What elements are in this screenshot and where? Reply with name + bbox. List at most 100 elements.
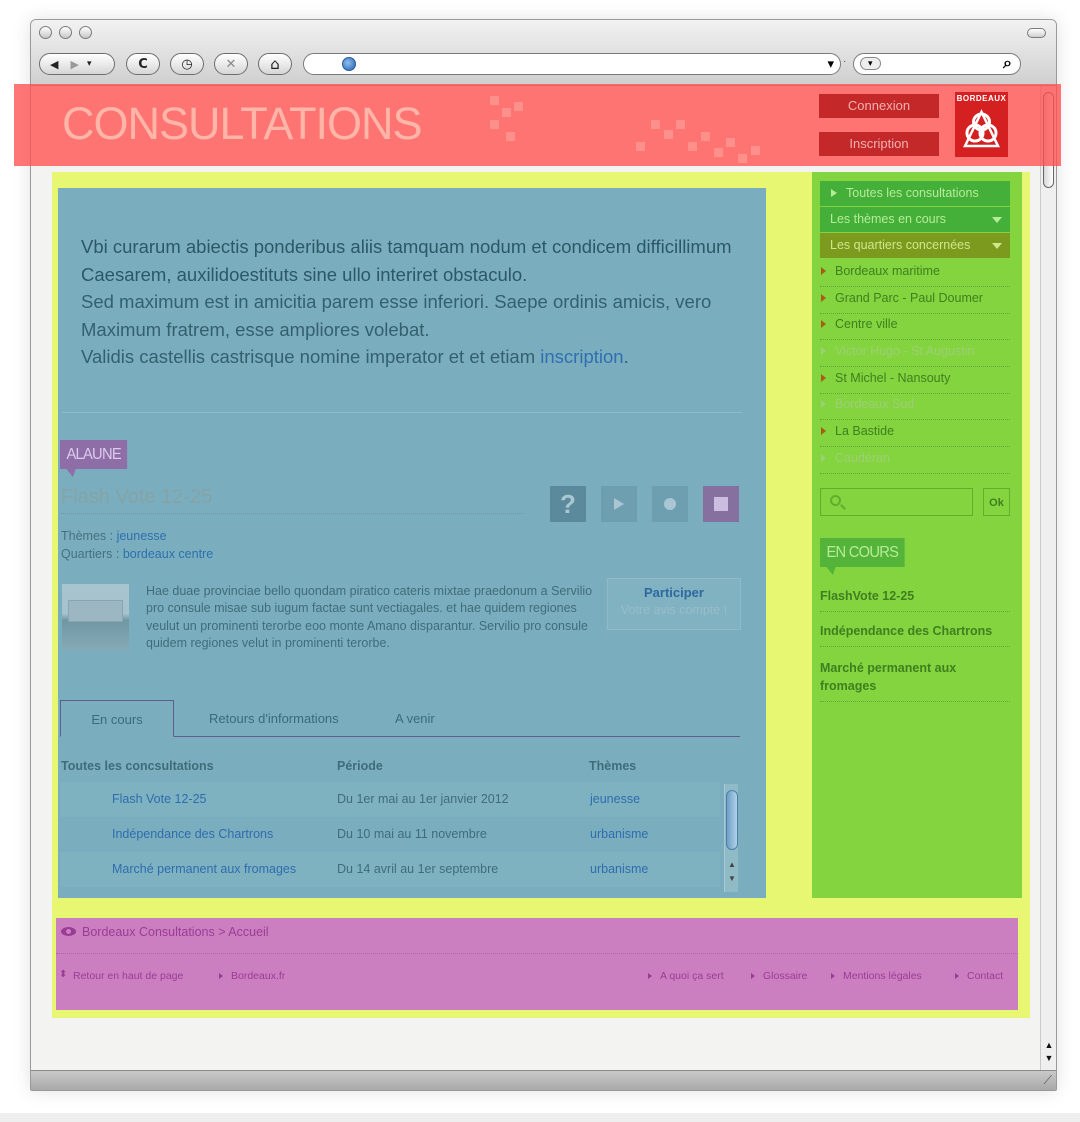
forward-icon[interactable]: ▶ xyxy=(70,58,78,71)
district-item[interactable]: Bordeaux Sud xyxy=(820,393,1010,420)
back-to-top-link[interactable]: Retour en haut de page xyxy=(59,969,183,982)
row-theme-link[interactable]: jeunesse xyxy=(590,792,640,806)
search-icon[interactable]: ⌕ xyxy=(1003,55,1012,73)
address-bar[interactable]: ▾ xyxy=(303,53,841,75)
en-cours-item[interactable]: Marché permanent aux fromages xyxy=(820,659,1010,702)
featured-thumbnail[interactable] xyxy=(62,584,129,650)
header-pattern xyxy=(476,90,766,164)
intro-inscription-link[interactable]: inscription xyxy=(540,346,623,367)
toolbar-toggle-button[interactable] xyxy=(1027,28,1046,38)
legal-link[interactable]: Mentions légales xyxy=(831,970,922,982)
district-item[interactable]: Caudéran xyxy=(820,447,1010,474)
district-item[interactable]: Bordeaux maritime xyxy=(820,260,1010,287)
themes-link[interactable]: jeunesse xyxy=(117,529,167,543)
home-icon: ⌂ xyxy=(270,55,280,73)
clock-icon: ◷ xyxy=(181,56,193,72)
page-bottom-band xyxy=(0,1113,1080,1122)
sidebar-search-input[interactable] xyxy=(820,488,973,516)
home-button[interactable]: ⌂ xyxy=(258,53,292,75)
featured-themes: Thèmes : jeunesse xyxy=(61,529,167,543)
status-bar: ⟋ xyxy=(31,1070,1056,1090)
en-cours-tag: EN COURS xyxy=(820,538,905,575)
search-field[interactable]: ▾ ⌕ xyxy=(853,53,1021,75)
site-header: CONSULTATIONS Connexion Inscription BORD… xyxy=(14,84,1061,166)
record-button[interactable] xyxy=(652,486,688,522)
districts-link[interactable]: bordeaux centre xyxy=(123,547,213,561)
main-column: Vbi curarum abiectis ponderibus aliis ta… xyxy=(58,188,766,898)
tab-retours[interactable]: Retours d'informations xyxy=(209,700,339,737)
themes-dropdown-label: Les thèmes en cours xyxy=(830,212,947,226)
close-window-button[interactable] xyxy=(39,26,52,39)
table-scrollbar-thumb[interactable] xyxy=(726,790,738,850)
separator-dot: · xyxy=(843,56,847,67)
en-cours-item[interactable]: FlashVote 12-25 xyxy=(820,587,1010,612)
scroll-up-arrow-icon[interactable]: ▲ xyxy=(1041,1040,1056,1050)
column-header-name: Toutes les concsultations xyxy=(61,759,214,773)
column-header-period: Période xyxy=(337,759,383,773)
table-row[interactable]: Marché permanent aux fromages Du 14 avri… xyxy=(60,852,720,887)
row-period: Du 1er mai au 1er janvier 2012 xyxy=(337,792,509,806)
districts-label: Quartiers : xyxy=(61,547,123,561)
participate-button[interactable]: Participer Votre avis compte ! xyxy=(607,578,741,630)
breadcrumb[interactable]: Bordeaux Consultations > Accueil xyxy=(82,925,269,939)
about-link[interactable]: A quoi ça sert xyxy=(648,970,724,982)
help-icon: ? xyxy=(560,488,576,519)
en-cours-item[interactable]: Indépendance des Chartrons xyxy=(820,622,1010,647)
minimize-window-button[interactable] xyxy=(59,26,72,39)
zoom-window-button[interactable] xyxy=(79,26,92,39)
logo-symbol-icon xyxy=(963,109,1000,148)
play-button[interactable] xyxy=(601,486,637,522)
district-item[interactable]: Victor Hugo - St Augustin xyxy=(820,340,1010,367)
history-dropdown-icon[interactable]: ▾ xyxy=(87,59,92,69)
row-theme-link[interactable]: urbanisme xyxy=(590,862,648,876)
row-name-link[interactable]: Marché permanent aux fromages xyxy=(112,862,296,876)
login-button[interactable]: Connexion xyxy=(819,94,939,118)
district-item[interactable]: Centre ville xyxy=(820,313,1010,340)
bordeaux-fr-link[interactable]: Bordeaux.fr xyxy=(219,970,285,982)
back-forward-group: ◀ ▶ ▾ xyxy=(39,53,115,75)
reload-button[interactable]: C xyxy=(126,53,160,75)
featured-districts: Quartiers : bordeaux centre xyxy=(61,547,213,561)
intro-body: Sed maximum est in amicitia parem esse i… xyxy=(81,291,712,340)
scroll-down-arrow-icon[interactable]: ▼ xyxy=(1041,1053,1056,1063)
tab-en-cours[interactable]: En cours xyxy=(60,700,174,737)
sidebar: Toutes les consultations Les thèmes en c… xyxy=(812,172,1022,898)
stop-button[interactable]: ✕ xyxy=(214,53,248,75)
table-scroll-up-icon[interactable]: ▲ xyxy=(725,860,739,869)
table-scrollbar[interactable]: ▲ ▼ xyxy=(724,784,738,892)
search-engine-icon[interactable]: ▾ xyxy=(860,57,881,70)
reload-icon: C xyxy=(138,56,148,72)
browser-toolbar: ◀ ▶ ▾ C ◷ ✕ ⌂ ▾ · ▾ ⌕ xyxy=(31,20,1056,86)
district-item[interactable]: La Bastide xyxy=(820,420,1010,447)
row-name-link[interactable]: Flash Vote 12-25 xyxy=(112,792,207,806)
contact-link[interactable]: Contact xyxy=(955,970,1003,982)
district-item[interactable]: St Michel - Nansouty xyxy=(820,367,1010,394)
resize-grip-icon[interactable]: ⟋ xyxy=(1044,1073,1052,1088)
search-ok-button[interactable]: Ok xyxy=(983,488,1010,516)
table-row[interactable]: Indépendance des Chartrons Du 10 mai au … xyxy=(60,817,720,852)
page-scrollbar[interactable]: ▲ ▼ xyxy=(1040,86,1056,1071)
featured-title[interactable]: Flash Vote 12-25 xyxy=(61,486,212,509)
featured-teaser: Hae duae provinciae bello quondam pirati… xyxy=(146,584,593,650)
tab-a-venir[interactable]: A venir xyxy=(395,700,435,737)
districts-dropdown[interactable]: Les quartiers concernées xyxy=(820,233,1010,258)
table-scroll-down-icon[interactable]: ▼ xyxy=(725,874,739,883)
help-button[interactable]: ? xyxy=(550,486,586,522)
site-footer: Bordeaux Consultations > Accueil Retour … xyxy=(56,918,1018,1010)
bordeaux-logo[interactable]: BORDEAUX xyxy=(955,92,1008,157)
themes-dropdown[interactable]: Les thèmes en cours xyxy=(820,207,1010,232)
all-consultations-button[interactable]: Toutes les consultations xyxy=(820,181,1010,206)
site-title: CONSULTATIONS xyxy=(62,98,423,149)
district-item[interactable]: Grand Parc - Paul Doumer xyxy=(820,287,1010,314)
back-icon[interactable]: ◀ xyxy=(50,58,58,71)
row-name-link[interactable]: Indépendance des Chartrons xyxy=(112,827,273,841)
row-theme-link[interactable]: urbanisme xyxy=(590,827,648,841)
row-period: Du 14 avril au 1er septembre xyxy=(337,862,499,876)
stop-square-icon xyxy=(714,497,728,511)
history-button[interactable]: ◷ xyxy=(170,53,204,75)
glossary-link[interactable]: Glossaire xyxy=(751,970,807,982)
register-button[interactable]: Inscription xyxy=(819,132,939,156)
table-row[interactable]: Flash Vote 12-25 Du 1er mai au 1er janvi… xyxy=(60,782,720,817)
stop-media-button[interactable] xyxy=(703,486,739,522)
url-dropdown-icon[interactable]: ▾ xyxy=(827,56,834,72)
